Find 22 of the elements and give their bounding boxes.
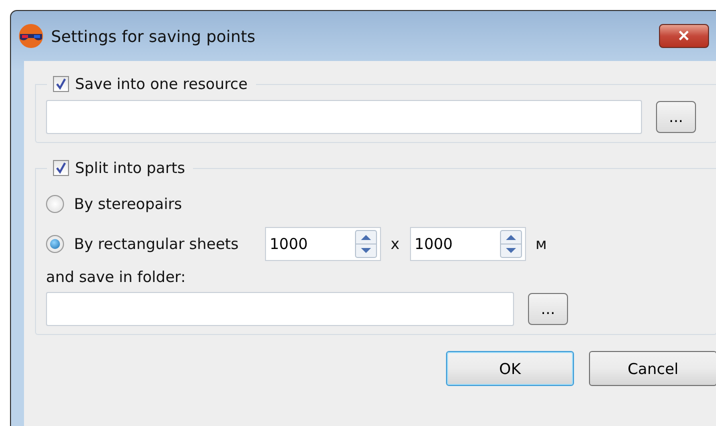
times-sign: x <box>390 235 400 253</box>
checkbox[interactable] <box>53 76 69 92</box>
spinner-arrows-icon[interactable] <box>354 230 377 258</box>
browse-button[interactable]: ... <box>656 101 696 133</box>
glasses-icon <box>17 22 45 50</box>
radio-label: By rectangular sheets <box>74 235 239 253</box>
spinner-arrows-icon[interactable] <box>500 230 522 258</box>
checkbox[interactable] <box>53 160 69 176</box>
browse-button[interactable]: ... <box>528 293 568 325</box>
checkbox-label: Split into parts <box>75 159 186 177</box>
window-title: Settings for saving points <box>51 26 256 46</box>
radio-button[interactable] <box>46 235 64 253</box>
checkbox-label: Save into one resource <box>75 75 248 93</box>
dialog-button[interactable]: Cancel <box>589 351 716 386</box>
folder-path-field[interactable] <box>46 292 514 326</box>
radio-label: By stereopairs <box>74 195 182 213</box>
unit-label: м <box>536 235 547 253</box>
radio-button[interactable] <box>46 195 64 213</box>
close-button[interactable]: ✕ <box>659 24 709 48</box>
resource-path-field[interactable] <box>46 100 642 134</box>
folder-label: and save in folder: <box>46 268 186 286</box>
dialog-button[interactable]: OK <box>446 351 574 386</box>
